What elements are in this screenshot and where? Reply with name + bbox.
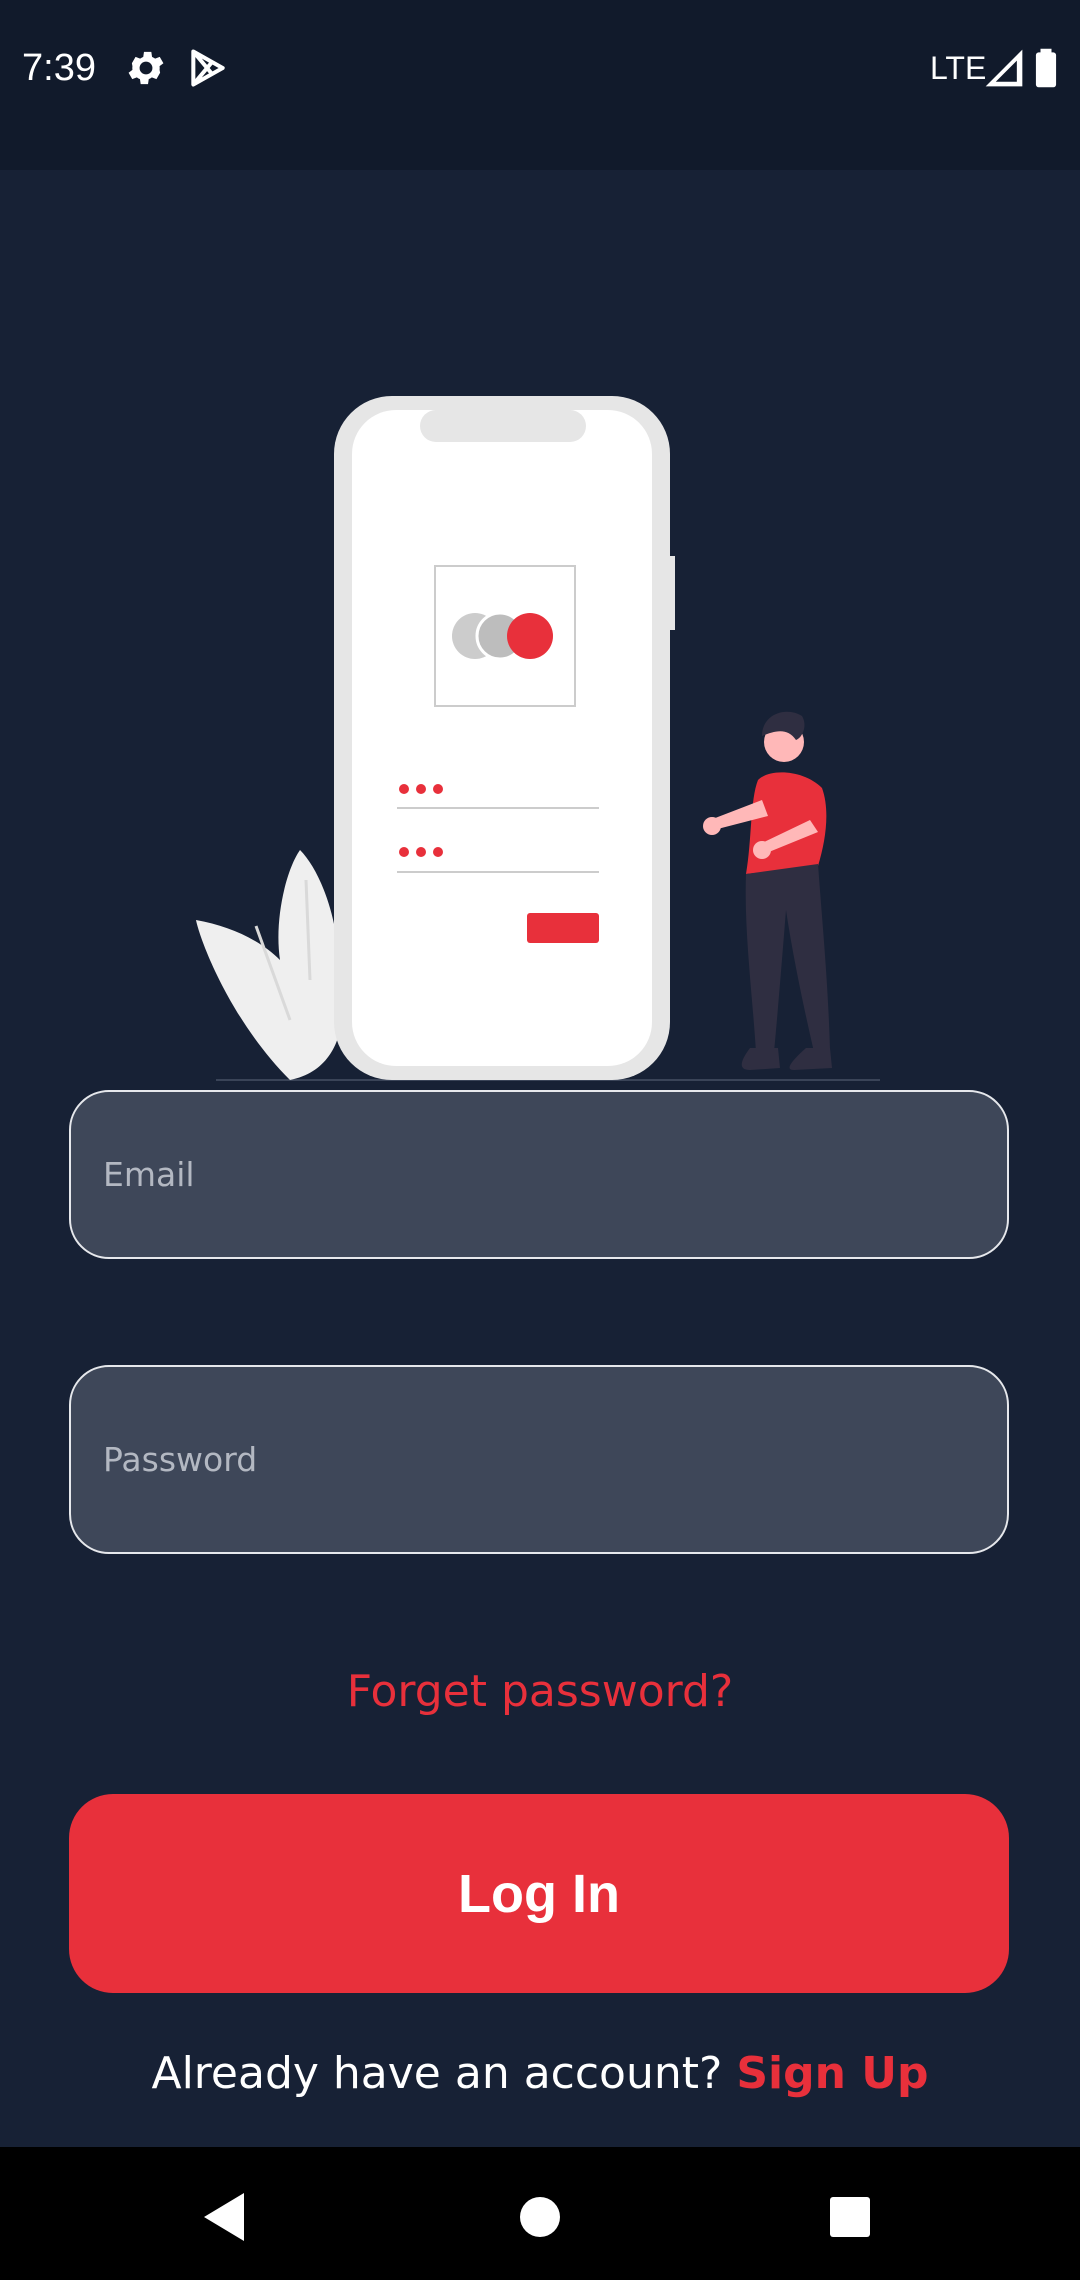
- back-icon[interactable]: [186, 2177, 266, 2257]
- home-icon[interactable]: [500, 2177, 580, 2257]
- signup-prompt: Already have an account?: [151, 2048, 723, 2099]
- status-bar: 7:39 LTE: [0, 0, 1080, 170]
- password-placeholder: Password: [103, 1440, 258, 1479]
- battery-icon: [1035, 48, 1057, 88]
- gear-icon: [128, 51, 164, 85]
- email-placeholder: Email: [103, 1155, 195, 1194]
- signup-link[interactable]: Sign Up: [736, 2048, 928, 2099]
- recents-icon[interactable]: [810, 2177, 890, 2257]
- email-field[interactable]: Email: [69, 1090, 1009, 1259]
- navigation-bar: [0, 2147, 1080, 2280]
- play-store-icon: [191, 49, 225, 87]
- password-field[interactable]: Password: [69, 1365, 1009, 1554]
- login-illustration: [196, 396, 880, 1081]
- signup-prompt-line: Already have an account? Sign Up: [0, 2044, 1080, 2104]
- forgot-password-link[interactable]: Forget password?: [0, 1662, 1080, 1722]
- network-type: LTE: [930, 50, 987, 86]
- login-button[interactable]: Log In: [69, 1794, 1009, 1993]
- status-time: 7:39: [22, 47, 96, 89]
- signal-icon: [985, 49, 1023, 87]
